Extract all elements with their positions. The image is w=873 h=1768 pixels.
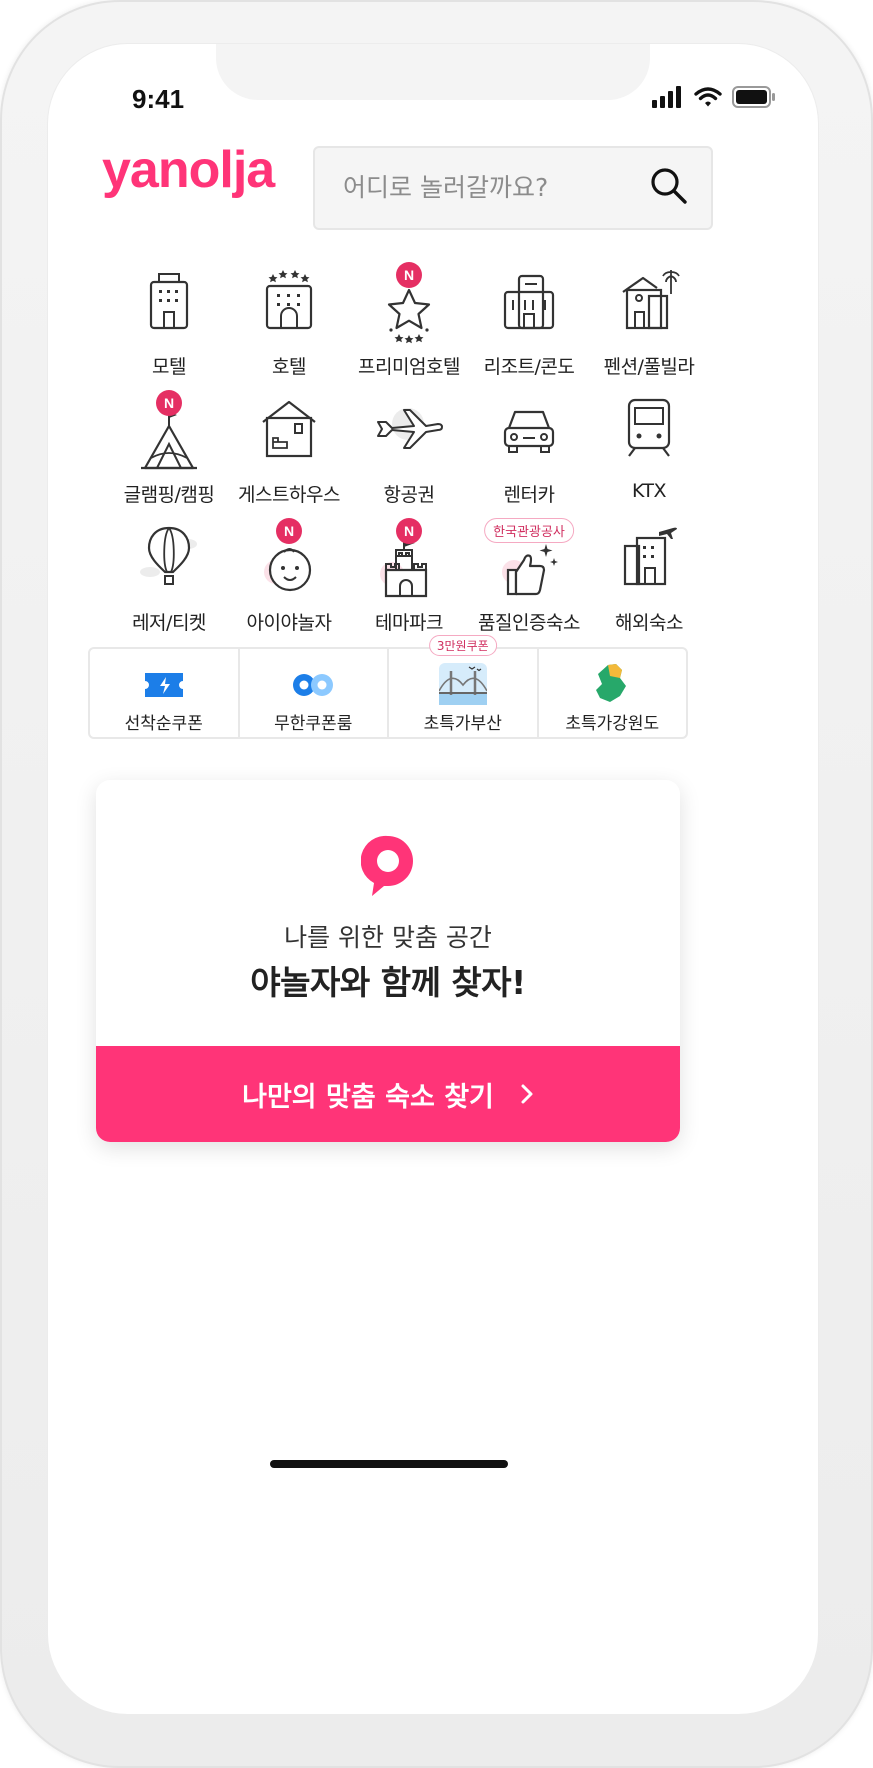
busan-bridge-icon <box>438 663 488 705</box>
category-guesthouse[interactable]: 게스트하우스 <box>221 394 357 514</box>
coupon-first-come[interactable]: 선착순쿠폰 <box>90 649 240 737</box>
status-icons <box>652 86 776 108</box>
find-stay-button[interactable]: 나만의 맞춤 숙소 찾기 <box>96 1046 680 1142</box>
coupon-label: 초특가강원도 <box>565 714 660 734</box>
battery-icon <box>732 86 775 108</box>
coupon-bar: 선착순쿠폰 무한쿠폰룸 3만원쿠폰 초특가부산 초특가강원도 <box>88 635 688 739</box>
promo-title: 야놀자와 함께 찾자! <box>250 963 526 1002</box>
category-hotel[interactable]: 호텔 <box>221 266 357 386</box>
category-label: 게스트하우스 <box>238 484 340 506</box>
wifi-icon <box>694 87 722 107</box>
location-pin-icon <box>361 835 413 896</box>
phone-screen: 9:41 yanolja 어디로 놀러갈까요? 모텔 호텔 N 프리미엄호텔 리… <box>48 44 818 1714</box>
category-overseas[interactable]: 해외숙소 <box>581 522 717 642</box>
star-icon <box>387 288 431 344</box>
find-stay-label: 나만의 맞춤 숙소 찾기 <box>242 1081 494 1113</box>
category-certified[interactable]: 한국관광공사 품질인증숙소 <box>461 518 597 642</box>
category-pension[interactable]: 펜션/풀빌라 <box>581 266 717 386</box>
resort-icon <box>503 274 555 330</box>
airplane-icon <box>377 408 443 449</box>
thumbs-up-icon <box>502 544 558 596</box>
hotel-icon <box>265 270 313 330</box>
gangwon-map-icon <box>596 664 627 702</box>
infinity-icon <box>293 674 334 696</box>
search-icon[interactable] <box>649 166 689 206</box>
tent-icon <box>141 412 197 470</box>
cellular-signal-icon <box>652 86 681 108</box>
category-label: 펜션/풀빌라 <box>603 356 695 378</box>
category-motel[interactable]: 모텔 <box>101 266 237 386</box>
category-label: 프리미엄호텔 <box>358 356 460 378</box>
train-icon <box>627 398 671 457</box>
search-input[interactable]: 어디로 놀러갈까요? <box>313 146 713 230</box>
category-glamping[interactable]: N 글램핑/캠핑 <box>101 390 237 514</box>
pension-icon <box>622 270 680 330</box>
motel-icon <box>149 273 189 330</box>
search-placeholder: 어디로 놀러갈까요? <box>343 173 549 202</box>
coupon-tag: 3만원쿠폰 <box>428 635 497 656</box>
coupon-label: 선착순쿠폰 <box>124 714 203 734</box>
category-label: 렌터카 <box>503 484 555 506</box>
category-label: KTX <box>631 480 667 502</box>
yanolja-logo[interactable]: yanolja <box>102 140 275 200</box>
coupon-gangwon[interactable]: 초특가강원도 <box>539 649 687 737</box>
new-badge: N <box>156 390 182 416</box>
notch <box>216 44 650 100</box>
category-leisure[interactable]: 레저/티켓 <box>101 522 237 642</box>
phone-frame: 9:41 yanolja 어디로 놀러갈까요? 모텔 호텔 N 프리미엄호텔 리… <box>0 0 873 1768</box>
coupon-label: 무한쿠폰룸 <box>274 714 353 734</box>
car-icon <box>503 410 555 453</box>
new-badge: N <box>276 518 302 544</box>
home-indicator[interactable] <box>270 1460 508 1468</box>
promo-card: 나를 위한 맞춤 공간 야놀자와 함께 찾자! 나만의 맞춤 숙소 찾기 <box>96 780 680 1142</box>
castle-icon <box>380 539 428 598</box>
promo-subtitle: 나를 위한 맞춤 공간 <box>284 923 492 952</box>
chevron-right-icon <box>521 1084 533 1104</box>
new-badge: N <box>396 518 422 544</box>
category-label: 해외숙소 <box>615 612 683 634</box>
category-label: 호텔 <box>272 356 306 378</box>
category-label: 아이야놀자 <box>246 612 332 634</box>
category-label: 테마파크 <box>375 612 443 634</box>
balloon-icon <box>140 526 197 585</box>
coupon-busan[interactable]: 3만원쿠폰 초특가부산 <box>389 635 539 737</box>
category-label: 항공권 <box>383 484 435 506</box>
guesthouse-icon <box>262 400 316 458</box>
category-resort[interactable]: 리조트/콘도 <box>461 266 597 386</box>
new-badge: N <box>396 262 422 288</box>
status-time: 9:41 <box>132 84 185 114</box>
overseas-hotel-icon <box>623 527 677 586</box>
coupon-unlimited[interactable]: 무한쿠폰룸 <box>240 649 389 737</box>
ticket-icon <box>144 673 183 697</box>
baby-icon <box>264 548 312 592</box>
kto-tag: 한국관광공사 <box>484 518 574 543</box>
category-label: 모텔 <box>152 356 186 378</box>
category-rentacar[interactable]: 렌터카 <box>461 394 597 514</box>
category-kids[interactable]: N 아이야놀자 <box>221 518 357 642</box>
category-premium-hotel[interactable]: N 프리미엄호텔 <box>341 262 477 386</box>
category-themepark[interactable]: N 테마파크 <box>341 518 477 642</box>
category-label: 글램핑/캠핑 <box>123 484 215 506</box>
category-flights[interactable]: 항공권 <box>341 394 477 514</box>
category-label: 리조트/콘도 <box>483 356 575 378</box>
category-label: 품질인증숙소 <box>478 612 580 634</box>
category-ktx[interactable]: KTX <box>581 394 717 514</box>
coupon-label: 초특가부산 <box>423 714 502 734</box>
category-label: 레저/티켓 <box>132 612 206 634</box>
